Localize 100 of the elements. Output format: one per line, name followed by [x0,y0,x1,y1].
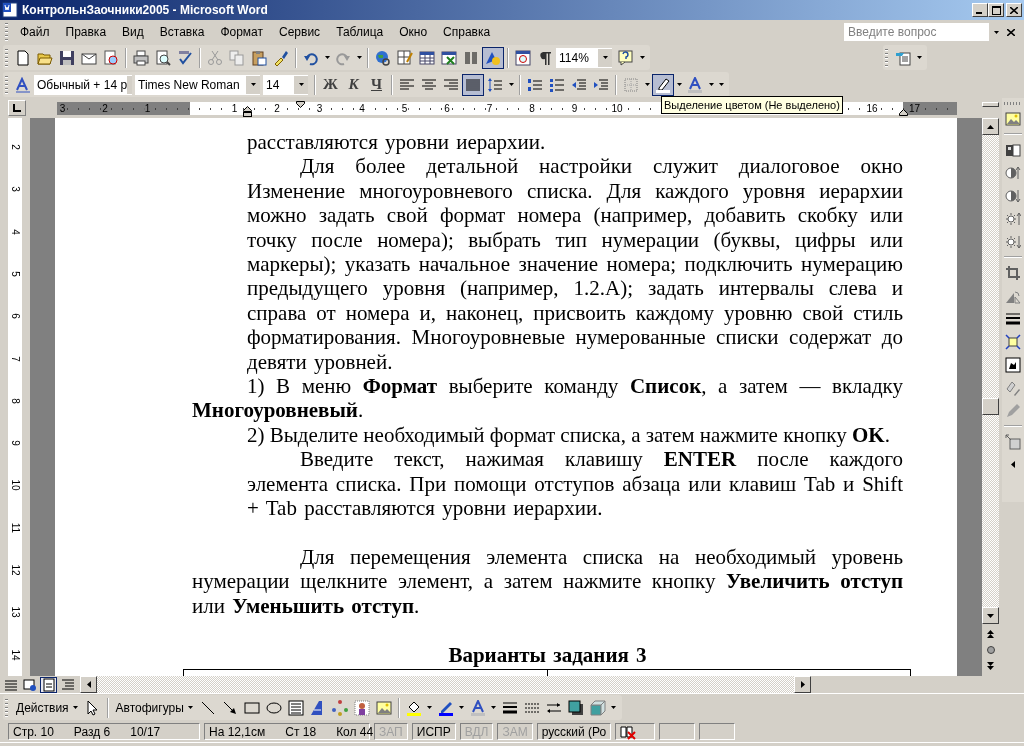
font-color-icon[interactable] [687,76,703,93]
autoshapes-menu-button[interactable]: Автофигуры [111,697,197,718]
indent-icon[interactable] [593,76,609,93]
sun-down-icon[interactable] [1005,233,1021,250]
vertical-scrollbar[interactable] [982,135,999,607]
caret-icon[interactable] [298,83,304,86]
menu-item[interactable]: Вставка [151,23,213,41]
pen-icon[interactable] [437,699,454,716]
print-icon[interactable] [133,49,149,66]
caret-icon[interactable] [993,30,999,34]
caret-icon[interactable] [427,706,433,709]
first-line-indent-marker[interactable] [296,100,305,108]
web-view-button[interactable] [21,676,38,693]
shadow-icon[interactable] [567,699,584,716]
outline-view-button[interactable] [59,676,76,693]
sun-up-icon[interactable] [1005,210,1021,227]
print-preview-icon[interactable] [155,49,171,66]
caret-icon[interactable] [508,83,514,86]
task-pane-icon[interactable] [895,49,911,66]
caret-icon[interactable] [356,56,362,59]
scroll-thumb[interactable] [982,398,999,415]
text-wrap-icon[interactable] [1005,356,1021,373]
menu-item[interactable]: Таблица [328,23,392,41]
outdent-icon[interactable] [571,76,587,93]
caret-icon[interactable] [324,56,330,59]
underline-button[interactable]: Ч [365,73,388,96]
pilcrow-icon[interactable] [537,49,553,66]
caret-icon[interactable] [644,83,650,86]
caret-icon[interactable] [491,706,497,709]
browse-object-icon[interactable] [986,646,995,654]
arrow-icon[interactable] [221,699,238,716]
font-size-dropdown[interactable]: 14 [263,74,308,95]
menu-item[interactable]: Окно [391,23,436,41]
reset-picture-icon[interactable] [1005,433,1021,450]
text-box-icon[interactable] [287,699,304,716]
spellcheck-icon[interactable] [177,49,193,66]
menu-item[interactable]: Файл [12,23,58,41]
magnifier-document-icon[interactable] [103,49,119,66]
dropdown-button[interactable] [598,48,612,67]
picture-icon[interactable] [375,699,392,716]
font-color-icon[interactable] [469,699,486,716]
contrast-down-icon[interactable] [1005,187,1021,204]
italic-button[interactable]: К [342,73,365,96]
spreadsheet-icon[interactable] [441,49,457,66]
scroll-up-button[interactable] [982,118,999,135]
globe-icon[interactable] [375,49,391,66]
tab-selector-button[interactable] [8,100,26,116]
clip-art-icon[interactable] [353,699,370,716]
crop-icon[interactable] [1005,264,1021,281]
page-view-button[interactable] [40,676,57,693]
caret-icon[interactable] [639,56,645,59]
menu-item[interactable]: Сервис [271,23,329,41]
diagram-icon[interactable] [331,699,348,716]
more-icon[interactable] [1011,461,1015,468]
clipboard-icon[interactable] [251,49,267,66]
language-indicator[interactable]: русский (Ро [536,723,612,740]
next-page-icon[interactable] [987,662,994,670]
table-icon[interactable] [419,49,435,66]
horizontal-scrollbar[interactable] [97,676,794,693]
mode-indicator[interactable]: ИСПР [411,723,456,740]
align-center-icon[interactable] [421,76,437,93]
align-right-icon[interactable] [443,76,459,93]
line-style-icon[interactable] [1005,310,1021,327]
minimize-button[interactable] [972,3,988,17]
caret-icon[interactable] [611,706,617,709]
font-dropdown[interactable]: Times New Roman [135,74,260,95]
columns-icon[interactable] [463,49,479,66]
save-icon[interactable] [59,49,75,66]
help-search-field[interactable]: Введите вопрос [844,23,989,41]
actions-menu-button[interactable]: Действия [12,697,82,718]
close-icon[interactable] [1010,6,1018,14]
format-picture-icon[interactable] [1005,379,1021,396]
zoom-dropdown[interactable]: 114% [556,47,612,68]
caret-icon[interactable] [602,56,608,59]
scroll-right-button[interactable] [794,676,811,693]
scroll-left-button[interactable] [80,676,97,693]
style-dropdown[interactable]: Обычный + 14 р [34,74,132,95]
line-spacing-icon[interactable] [487,76,503,93]
line-style-icon[interactable] [501,699,518,716]
close-icon[interactable] [1007,28,1015,36]
menu-item[interactable]: Формат [212,23,272,41]
document-map-icon[interactable] [515,49,531,66]
menu-item[interactable]: Справка [435,23,499,41]
caret-icon[interactable] [459,706,465,709]
color-picture-icon[interactable] [1005,141,1021,158]
contrast-up-icon[interactable] [1005,164,1021,181]
fill-bucket-icon[interactable] [405,699,422,716]
compress-icon[interactable] [1005,333,1021,350]
help-icon[interactable] [618,49,634,66]
caret-icon[interactable] [250,83,256,86]
bold-button[interactable]: Ж [319,73,342,96]
caret-icon[interactable] [676,83,682,86]
rectangle-icon[interactable] [243,699,260,716]
spelling-status-icon[interactable] [620,723,637,740]
oval-icon[interactable] [265,699,282,716]
scroll-down-button[interactable] [982,607,999,624]
paintbrush-icon[interactable] [273,49,289,66]
dropdown-button[interactable] [294,75,308,94]
picture-icon[interactable] [1005,110,1021,127]
cube-icon[interactable] [589,699,606,716]
